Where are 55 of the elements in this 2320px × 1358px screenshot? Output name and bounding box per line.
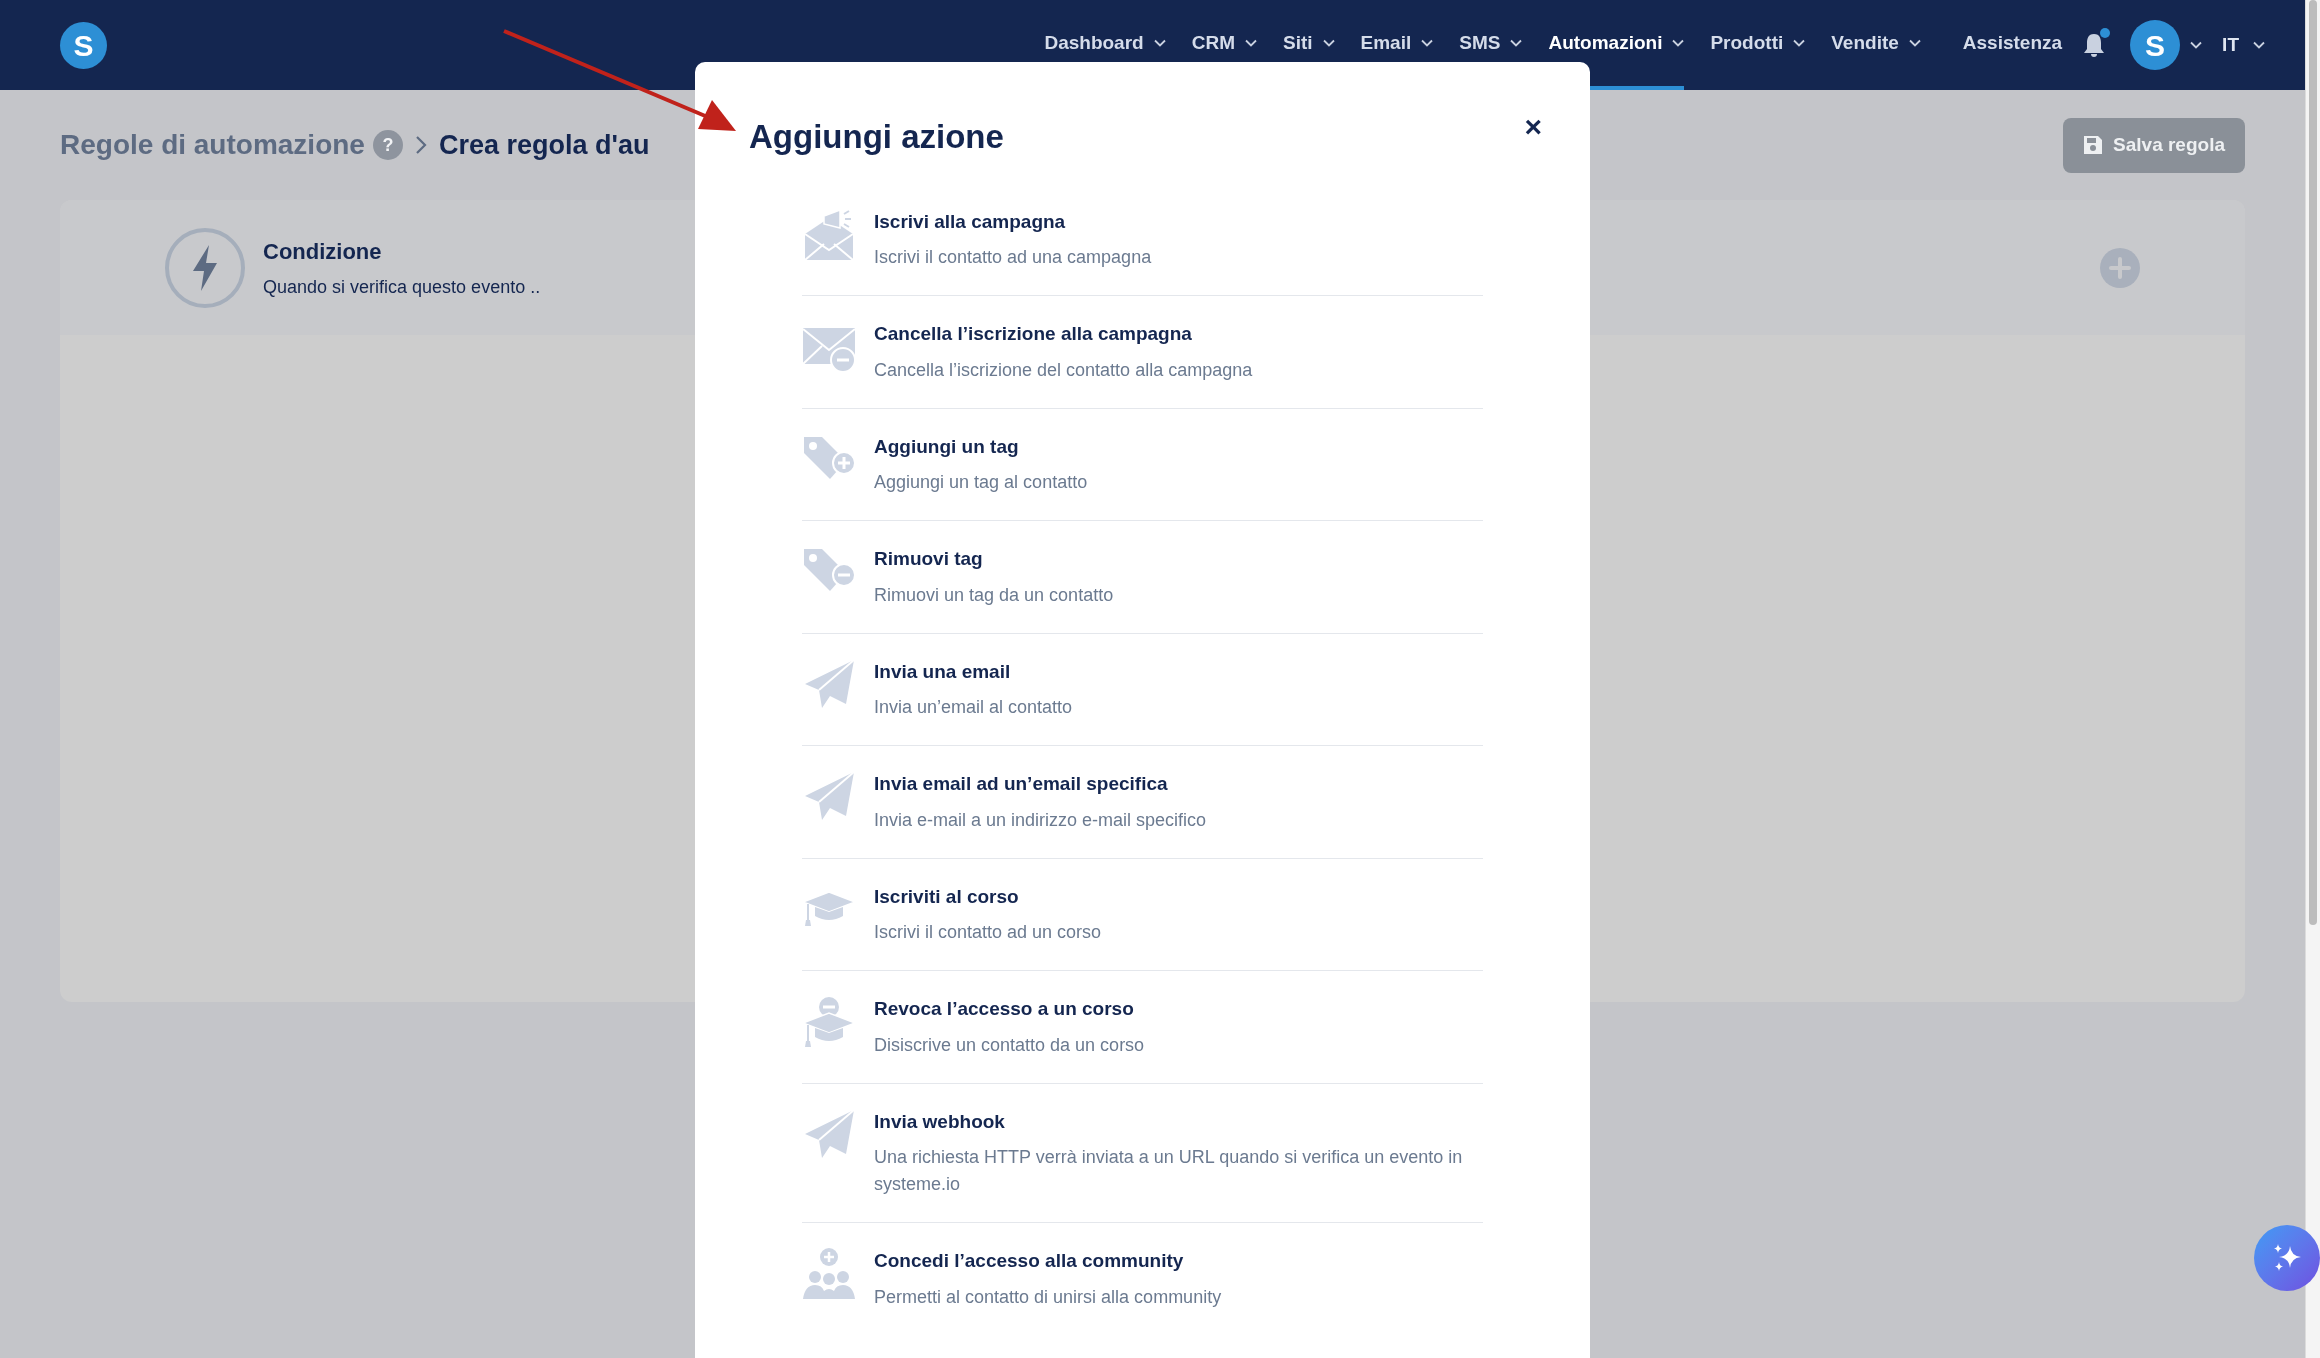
language-selector[interactable]: IT	[2222, 30, 2265, 60]
nav-menu-item[interactable]: Siti	[1282, 0, 1335, 90]
chevron-down-icon	[2253, 41, 2265, 49]
condition-title: Condizione	[263, 237, 383, 266]
action-title: Concedi l’accesso alla community	[874, 1249, 1185, 1273]
action-option[interactable]: Cancella l’iscrizione alla campagna Cancella l’iscrizione del contatto alla campagna	[802, 296, 1483, 409]
graduation-cap-icon	[802, 890, 856, 927]
action-option[interactable]: Revoca l’accesso a un corso Disiscrive un contatto da un corso	[802, 971, 1483, 1084]
action-description: Una richiesta HTTP verrà inviata a un URL quando si verifica un evento in systeme.io	[874, 1146, 1464, 1196]
action-option[interactable]: Invia email ad un’email specifica Invia e-mail a un indirizzo e-mail specifico	[802, 746, 1483, 859]
action-title: Invia webhook	[874, 1109, 1006, 1134]
lightning-icon	[165, 227, 245, 308]
nav-menu-item[interactable]: SMS	[1459, 0, 1523, 90]
action-option[interactable]: Iscrivi alla campagna Iscrivi il contatto ad una campagna	[802, 183, 1483, 296]
action-description: Iscrivi il contatto ad un corso	[874, 921, 1102, 944]
action-option[interactable]: Iscriviti al corso Iscrivi il contatto ad un corso	[802, 858, 1483, 971]
action-description: Permetti al contatto di unirsi alla community	[874, 1285, 1222, 1309]
action-description: Iscrivi il contatto ad una campagna	[874, 246, 1152, 269]
action-title: Invia una email	[874, 659, 1012, 684]
action-description: Invia e-mail a un indirizzo e-mail specifico	[874, 808, 1207, 832]
nav-menu-item[interactable]: Prodotti	[1710, 0, 1806, 90]
action-option[interactable]: Concedi l’accesso alla community Permetti al contatto di unirsi alla community	[802, 1223, 1483, 1335]
envelope-megaphone-icon	[802, 207, 856, 262]
action-option[interactable]: Aggiungi un tag Aggiungi un tag al contatto	[802, 408, 1483, 521]
action-option[interactable]: Invia webhook Una richiesta HTTP verrà inviata a un URL quando si verifica un evento in systeme.io	[802, 1083, 1483, 1223]
nav-menu-item[interactable]: Assistenza	[1962, 0, 2063, 90]
action-title: Revoca l’accesso a un corso	[874, 997, 1135, 1021]
breadcrumb-current: Crea regola d'au	[438, 128, 650, 162]
nav-menu-item[interactable]: Email	[1360, 0, 1434, 90]
action-description: Invia un’email al contatto	[874, 696, 1073, 719]
condition-subtitle: Quando si verifica questo evento ..	[263, 275, 541, 299]
action-title: Cancella l’iscrizione alla campagna	[874, 322, 1193, 346]
action-option[interactable]: Rimuovi tag Rimuovi un tag da un contatto	[802, 521, 1483, 634]
action-description: Disiscrive un contatto da un corso	[874, 1033, 1145, 1057]
nav-menu-item[interactable]: Vendite	[1831, 0, 1921, 90]
action-title: Invia email ad un’email specifica	[874, 772, 1169, 796]
action-description: Rimuovi un tag da un contatto	[874, 583, 1114, 607]
nav-menu-item[interactable]: CRM	[1191, 0, 1257, 90]
action-title: Rimuovi tag	[874, 547, 984, 571]
action-title: Iscrivi alla campagna	[874, 209, 1067, 234]
close-button[interactable]: ×	[1524, 111, 1542, 142]
dialog-title: Aggiungi azione	[749, 117, 1004, 157]
chevron-down-icon	[2190, 41, 2203, 49]
action-option[interactable]: Invia una email Invia un’email al contatto	[802, 633, 1483, 746]
action-title: Aggiungi un tag	[874, 434, 1020, 459]
action-description: Cancella l’iscrizione del contatto alla campagna	[874, 358, 1253, 382]
action-description: Aggiungi un tag al contatto	[874, 471, 1088, 494]
nav-menu-item[interactable]: Dashboard	[1044, 0, 1166, 90]
bell-icon[interactable]	[2082, 32, 2107, 58]
scrollbar[interactable]	[2305, 0, 2320, 1358]
people-plus-icon	[802, 1247, 856, 1301]
action-title: Iscriviti al corso	[874, 884, 1020, 909]
chevron-right-icon	[414, 135, 427, 155]
logo[interactable]: S	[60, 21, 107, 69]
avatar[interactable]: S	[2130, 20, 2181, 70]
